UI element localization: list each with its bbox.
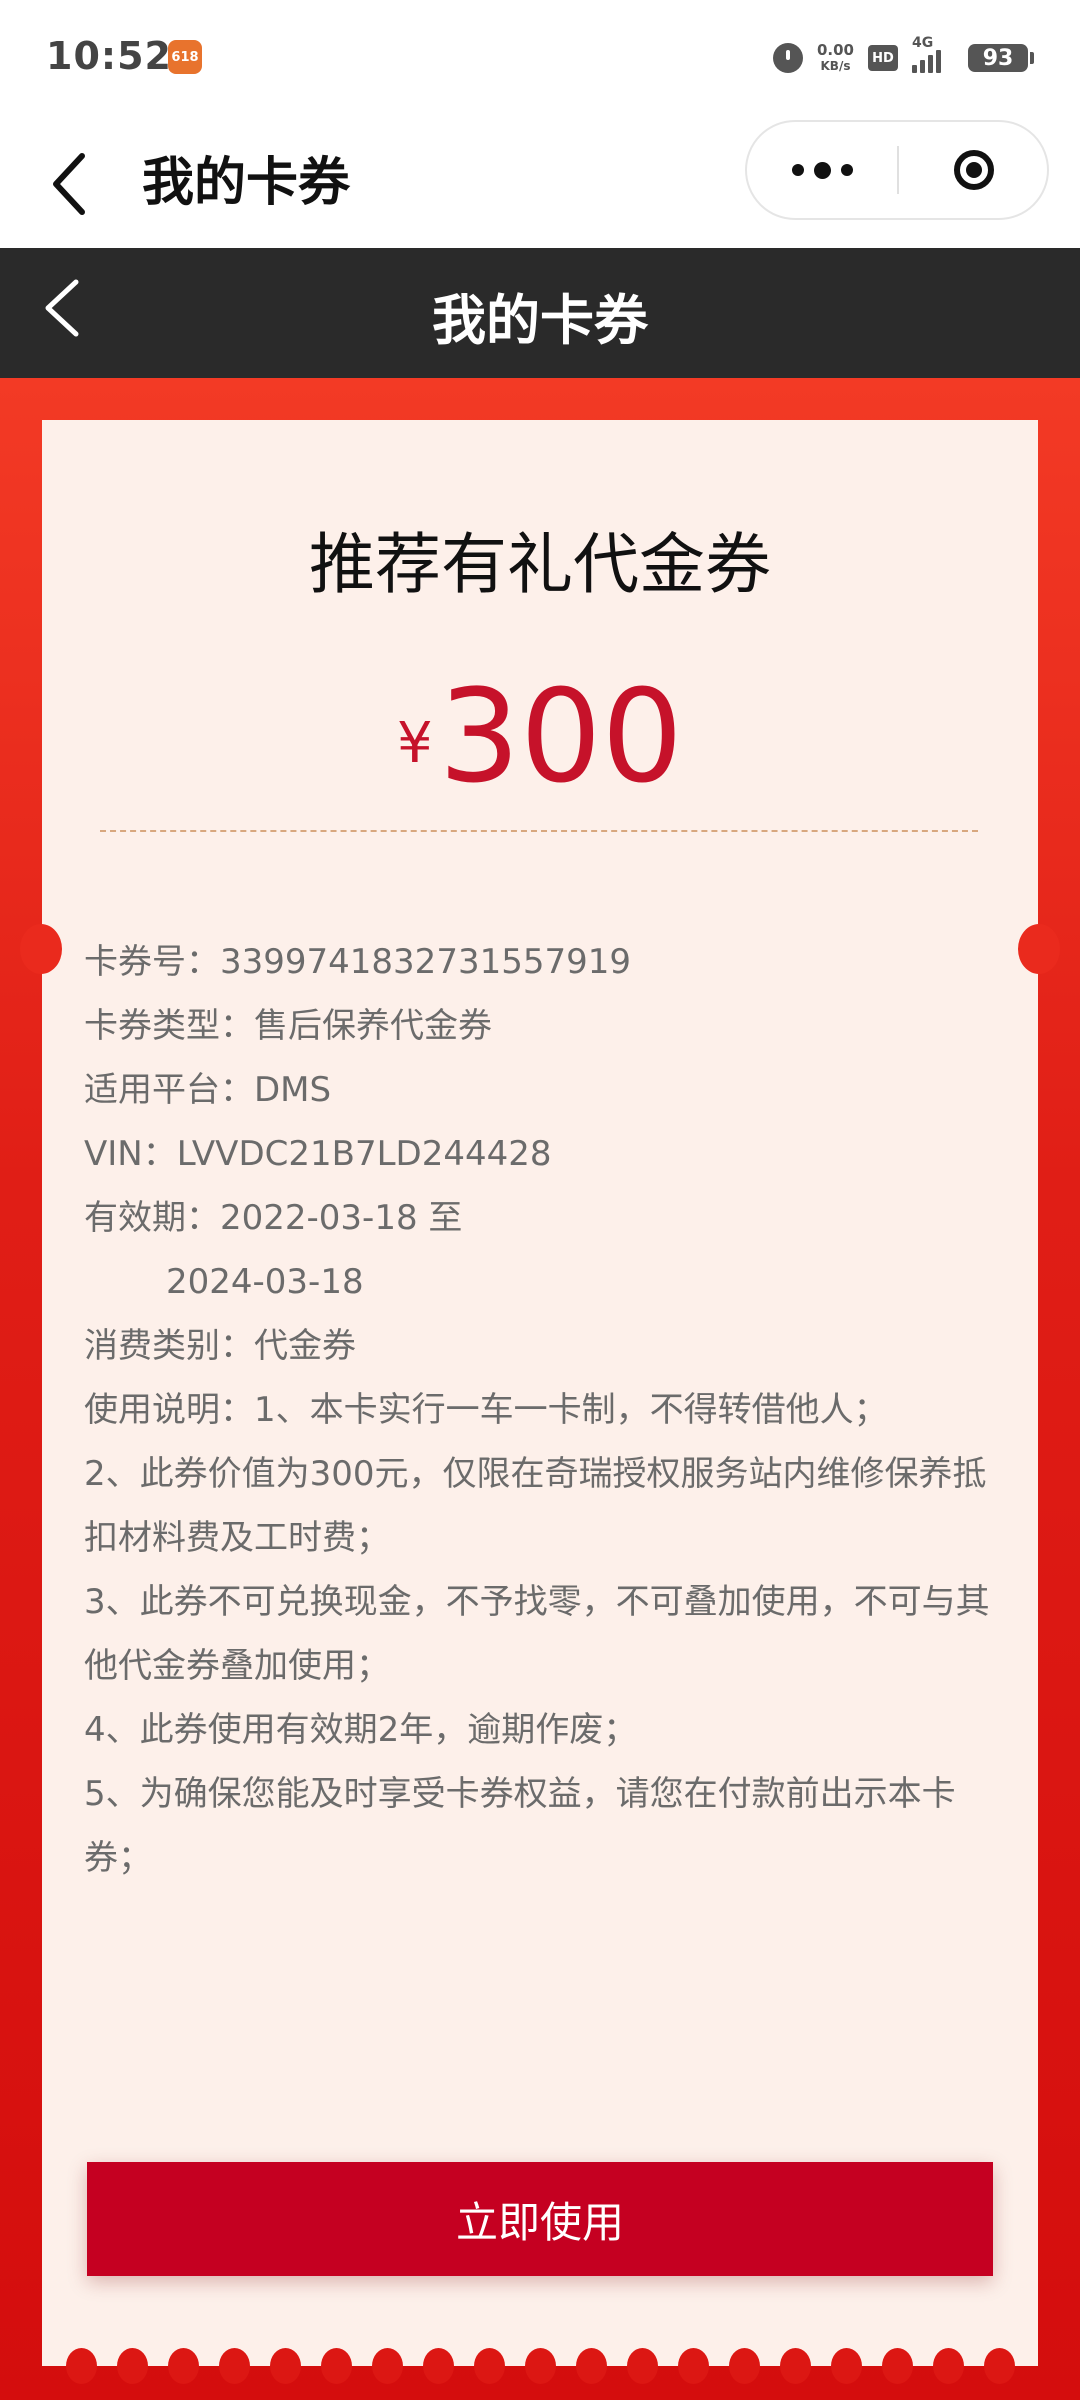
scallop: [218, 2348, 250, 2384]
usage-note-2: 2、此券价值为300元，仅限在奇瑞授权服务站内维修保养抵扣材料费及工时费；: [84, 1454, 987, 1558]
coupon-card: 推荐有礼代金券 ¥300 卡券号：3399741832731557919 卡券类…: [20, 420, 1060, 2384]
usage-note-5: 5、为确保您能及时享受卡券权益，请您在付款前出示本卡券；: [84, 1774, 956, 1878]
usage-note-4: 4、此券使用有效期2年，逾期作废；: [84, 1710, 638, 1750]
status-time: 10:52: [46, 34, 172, 78]
close-target-icon: [954, 150, 994, 190]
scallop-edge: [42, 2348, 1038, 2384]
status-icons: 0.00 KB/s HD 4G 93: [772, 35, 1034, 78]
signal-type-label: 4G: [912, 35, 934, 51]
scallop: [422, 2348, 454, 2384]
scallop: [932, 2348, 964, 2384]
validity-end: 2024-03-18: [166, 1262, 364, 1302]
alarm-icon: [772, 43, 803, 73]
scallop: [728, 2348, 760, 2384]
signal-bar: [920, 60, 925, 73]
app-notification-icon: 618: [168, 40, 202, 74]
capsule-menu: [745, 120, 1049, 220]
amount-value: 300: [438, 662, 683, 812]
coupon-number: 卡券号：3399741832731557919: [84, 942, 632, 982]
signal-bar: [936, 50, 941, 73]
network-speed: 0.00 KB/s: [817, 42, 854, 74]
battery-icon: 93: [968, 44, 1034, 72]
scallop: [116, 2348, 148, 2384]
currency-symbol: ¥: [397, 710, 433, 776]
vin: VIN：LVVDC21B7LD244428: [84, 1134, 552, 1174]
scallop: [473, 2348, 505, 2384]
page-back-button[interactable]: [36, 274, 96, 344]
network-speed-value: 0.00: [816, 41, 854, 59]
coupon-notch-left: [20, 924, 62, 974]
scallop: [881, 2348, 913, 2384]
scallop: [269, 2348, 301, 2384]
coupon-type: 卡券类型：售后保养代金券: [84, 1006, 492, 1046]
usage-note-1: 使用说明：1、本卡实行一车一卡制，不得转借他人；: [84, 1390, 888, 1430]
page-header: 我的卡券: [0, 248, 1080, 378]
platform: 适用平台：DMS: [84, 1070, 332, 1110]
usage-note-3: 3、此券不可兑换现金，不予找零，不可叠加使用，不可与其他代金券叠加使用；: [84, 1582, 990, 1686]
hd-icon: HD: [868, 45, 898, 71]
scallop: [983, 2348, 1015, 2384]
battery-tip: [1030, 52, 1034, 64]
scallop: [65, 2348, 97, 2384]
nav-bar: 我的卡券: [0, 118, 1080, 248]
scallop: [626, 2348, 658, 2384]
scallop: [575, 2348, 607, 2384]
close-miniprogram-button[interactable]: [899, 122, 1049, 218]
page-background: 推荐有礼代金券 ¥300 卡券号：3399741832731557919 卡券类…: [0, 378, 1080, 2400]
battery-level: 93: [968, 44, 1028, 72]
signal-bar: [912, 65, 917, 73]
coupon-amount: ¥300: [42, 672, 1038, 803]
scallop: [320, 2348, 352, 2384]
scallop: [167, 2348, 199, 2384]
more-dots-icon: [813, 161, 831, 179]
signal-bar: [928, 55, 933, 73]
scallop: [779, 2348, 811, 2384]
more-button[interactable]: [747, 122, 897, 218]
page-title: 我的卡券: [432, 289, 648, 352]
coupon-title: 推荐有礼代金券: [309, 526, 771, 603]
nav-title: 我的卡券: [142, 153, 351, 213]
consume-category: 消费类别：代金券: [84, 1326, 356, 1366]
nav-back-button[interactable]: [44, 144, 104, 224]
target-dot: [966, 162, 982, 178]
scallop: [677, 2348, 709, 2384]
more-dots-icon: [791, 164, 804, 176]
network-speed-unit: KB/s: [820, 59, 851, 73]
signal-icon: 4G: [912, 35, 954, 73]
more-dots-icon: [840, 164, 853, 176]
back-arrow-icon: [53, 153, 85, 215]
scallop: [830, 2348, 862, 2384]
dashed-divider: [100, 830, 978, 832]
scallop: [524, 2348, 556, 2384]
status-bar: 10:52 618 0.00 KB/s HD 4G 93: [0, 0, 1080, 118]
coupon-notch-right: [1018, 924, 1060, 974]
use-now-button[interactable]: 立即使用: [87, 2162, 993, 2276]
validity-start: 有效期：2022-03-18 至: [84, 1198, 463, 1238]
back-arrow-icon: [45, 279, 79, 337]
coupon-details: 卡券号：3399741832731557919 卡券类型：售后保养代金券 适用平…: [84, 930, 1004, 1890]
scallop: [371, 2348, 403, 2384]
